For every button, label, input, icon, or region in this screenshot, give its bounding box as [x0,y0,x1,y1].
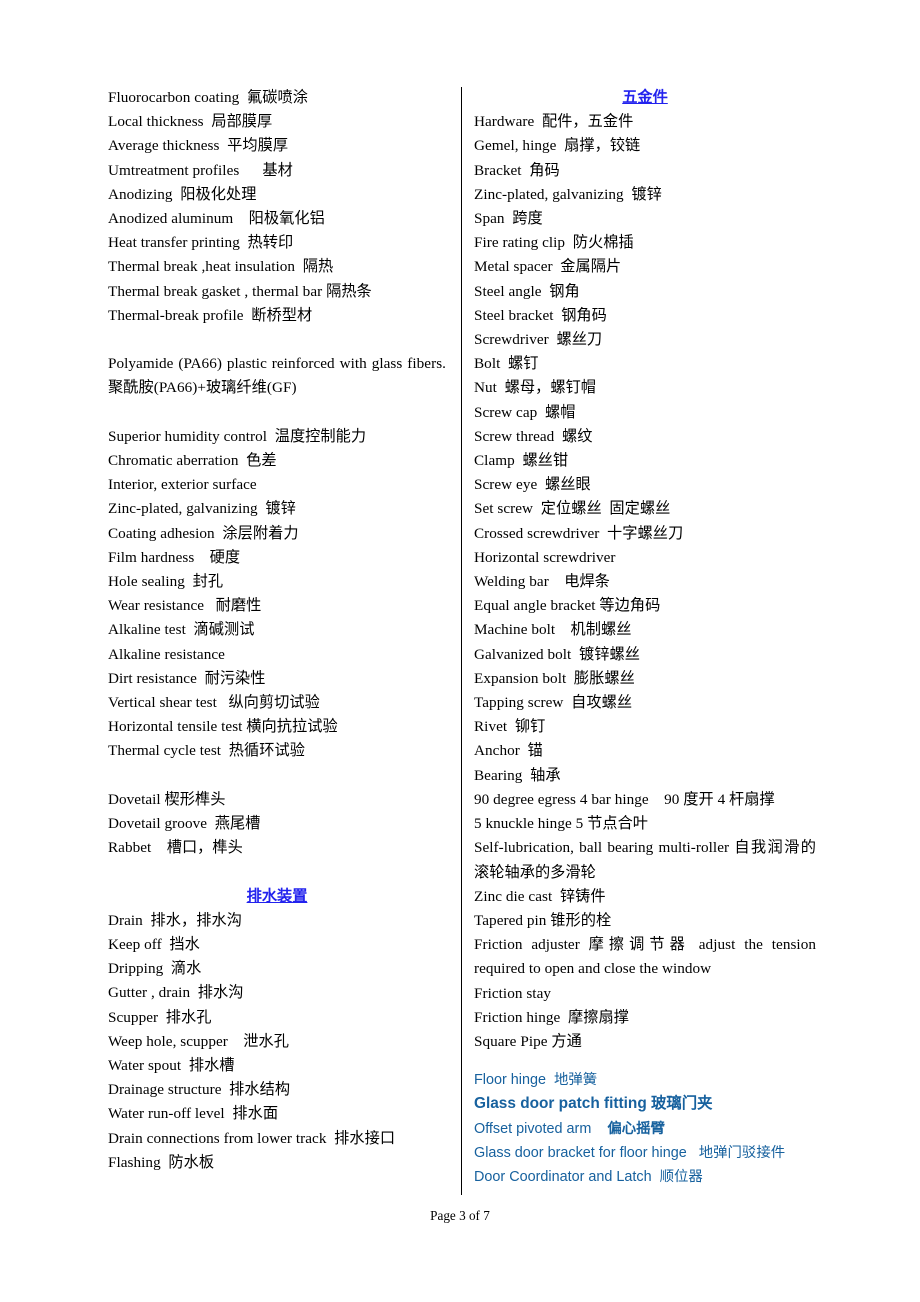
glossary-entry: Zinc-plated, galvanizing 镀锌 [474,185,662,203]
column-divider [461,87,462,1195]
glossary-entry: Screw eye 螺丝眼 [474,476,591,494]
glossary-entry: Average thickness 平均膜厚 [108,137,289,155]
glossary-entry: Film hardness 硬度 [108,548,241,566]
glossary-entry: Water run-off level 排水面 [108,1105,279,1123]
glossary-entry: Screw thread 螺纹 [474,427,593,445]
glossary-entry: 90 degree egress 4 bar hinge 90 度开 4 杆扇撑 [474,790,775,808]
glossary-entry: Machine bolt 机制螺丝 [474,621,632,639]
glossary-entry: Fire rating clip 防火棉插 [474,234,634,252]
glossary-entry: Weep hole, scupper 泄水孔 [108,1032,289,1050]
glossary-entry: Anodizing 阳极化处理 [108,185,257,203]
glossary-entry: Crossed screwdriver 十字螺丝刀 [474,524,684,542]
glossary-entry: Screw cap 螺帽 [474,403,576,421]
document-page: Fluorocarbon coating 氟碳喷涂 Local thicknes… [0,0,920,1302]
glossary-entry: Zinc die cast 锌铸件 [474,887,606,905]
blue-glossary-entry: Glass door patch fitting 玻璃门夹 [474,1095,713,1113]
glossary-entry: Dovetail 楔形榫头 [108,790,226,808]
glossary-entry: Set screw 定位螺丝 固定螺丝 [474,500,671,518]
glossary-entry: Welding bar 电焊条 [474,573,610,591]
glossary-entry: Local thickness 局部膜厚 [108,113,273,131]
glossary-entry: Clamp 螺丝钳 [474,452,569,470]
glossary-entry: Friction hinge 摩擦扇撑 [474,1008,629,1026]
glossary-entry: Gutter , drain 排水沟 [108,984,244,1002]
glossary-entry: Hardware 配件，五金件 [474,113,634,131]
glossary-entry: Gemel, hinge 扇撑，铰链 [474,137,641,155]
glossary-entry: Flashing 防水板 [108,1153,215,1171]
glossary-entry: Rivet 铆钉 [474,718,546,736]
glossary-entry: Expansion bolt 膨胀螺丝 [474,669,635,687]
left-column: Fluorocarbon coating 氟碳喷涂 Local thicknes… [108,86,446,1175]
glossary-entry: Dovetail groove 燕尾槽 [108,815,261,833]
glossary-paragraph: Friction adjuster 摩擦调节器 adjust the tensi… [474,936,816,978]
glossary-entry: Anchor 锚 [474,742,543,760]
glossary-entry: Hole sealing 封孔 [108,573,224,591]
glossary-entry: Tapping screw 自攻螺丝 [474,694,633,712]
section-heading-drainage: 排水装置 [246,887,308,905]
glossary-entry: Screwdriver 螺丝刀 [474,331,603,349]
glossary-entry: Thermal break ,heat insulation 隔热 [108,258,334,276]
glossary-entry: Galvanized bolt 镀锌螺丝 [474,645,640,663]
glossary-entry: Horizontal screwdriver [474,548,616,566]
glossary-entry: Thermal cycle test 热循环试验 [108,742,305,760]
glossary-entry: Thermal break gasket , thermal bar 隔热条 [108,282,372,300]
page-footer: Page 3 of 7 [430,1208,490,1223]
glossary-entry: 5 knuckle hinge 5 节点合叶 [474,815,649,833]
right-column: 五金件 Hardware 配件，五金件 Gemel, hinge 扇撑，铰链 B… [474,86,816,1189]
glossary-entry: Zinc-plated, galvanizing 镀锌 [108,500,296,518]
glossary-entry: Bolt 螺钉 [474,355,539,373]
glossary-paragraph: Self-lubrication, ball bearing multi-rol… [474,839,816,881]
glossary-entry: Nut 螺母，螺钉帽 [474,379,597,397]
section-heading-hardware: 五金件 [622,89,668,106]
glossary-entry: Tapered pin 锥形的栓 [474,911,612,929]
blue-glossary-block: Floor hinge 地弹簧 Glass door patch fitting… [474,1068,816,1189]
glossary-entry: Chromatic aberration 色差 [108,452,277,470]
glossary-entry: Steel angle 钢角 [474,282,580,300]
glossary-entry: Coating adhesion 涂层附着力 [108,524,299,542]
glossary-entry: Scupper 排水孔 [108,1008,212,1026]
glossary-entry: Steel bracket 钢角码 [474,306,607,324]
glossary-entry: Bearing 轴承 [474,766,561,784]
glossary-entry: Water spout 排水槽 [108,1057,235,1075]
glossary-paragraph: Polyamide (PA66) plastic reinforced with… [108,355,446,397]
glossary-entry: Dripping 滴水 [108,960,202,978]
glossary-entry: Metal spacer 金属隔片 [474,258,622,276]
glossary-entry: Bracket 角码 [474,161,560,179]
glossary-entry: Fluorocarbon coating 氟碳喷涂 [108,89,308,106]
glossary-entry: Span 跨度 [474,210,543,228]
glossary-entry: Interior, exterior surface [108,476,257,494]
glossary-entry: Drainage structure 排水结构 [108,1081,291,1099]
blue-entry-cn: 偏心摇臂 [607,1120,665,1137]
glossary-entry: Friction stay [474,984,552,1002]
blue-glossary-entry: Glass door bracket for floor hinge 地弹门驳接… [474,1144,786,1161]
glossary-entry: Square Pipe 方通 [474,1032,582,1050]
glossary-entry: Alkaline test 滴碱测试 [108,621,255,639]
blue-glossary-entry: Offset pivoted arm 偏心摇臂 [474,1117,816,1141]
glossary-entry: Dirt resistance 耐污染性 [108,669,266,687]
blue-glossary-entry: Door Coordinator and Latch 顺位器 [474,1168,703,1185]
glossary-entry: Umtreatment profiles 基材 [108,161,293,179]
glossary-entry: Anodized aluminum 阳极氧化铝 [108,210,325,228]
glossary-entry: Heat transfer printing 热转印 [108,234,294,252]
glossary-entry: Wear resistance 耐磨性 [108,597,262,615]
glossary-entry: Vertical shear test 纵向剪切试验 [108,694,320,712]
glossary-entry: Drain connections from lower track 排水接口 [108,1129,396,1147]
glossary-entry: Keep off 挡水 [108,936,200,954]
blue-glossary-entry: Floor hinge 地弹簧 [474,1072,598,1089]
glossary-entry: Alkaline resistance [108,645,225,663]
glossary-entry: Thermal-break profile 断桥型材 [108,306,313,324]
glossary-entry: Equal angle bracket 等边角码 [474,597,661,615]
glossary-entry: Drain 排水，排水沟 [108,911,242,929]
glossary-entry: Superior humidity control 温度控制能力 [108,427,367,445]
glossary-entry: Horizontal tensile test 横向抗拉试验 [108,718,338,736]
blue-entry-en: Offset pivoted arm [474,1120,608,1137]
glossary-entry: Rabbet 槽口，榫头 [108,839,243,857]
